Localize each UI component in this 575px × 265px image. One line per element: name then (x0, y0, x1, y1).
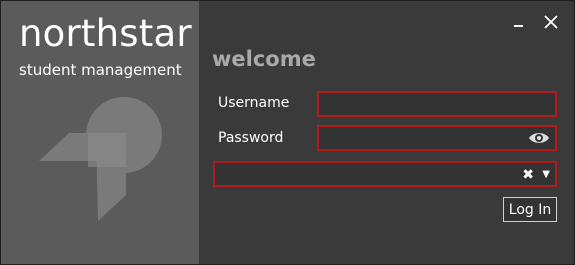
close-button[interactable] (542, 13, 560, 31)
username-field-frame (317, 91, 557, 117)
show-password-button[interactable] (528, 130, 550, 150)
app-subtitle: student management (19, 61, 182, 79)
clear-selection-icon[interactable]: ✖ (522, 166, 534, 184)
login-button[interactable]: Log In (503, 197, 557, 222)
app-title: northstar (19, 12, 192, 55)
minimize-button[interactable] (510, 13, 528, 31)
password-input[interactable] (319, 127, 555, 150)
minimize-icon (514, 25, 523, 27)
welcome-heading: welcome (212, 47, 316, 71)
username-input[interactable] (319, 93, 555, 116)
password-label: Password (218, 130, 284, 146)
username-label: Username (218, 95, 290, 111)
eye-icon (529, 133, 549, 143)
northstar-logo-icon (39, 97, 162, 221)
login-window: northstar student management welcome Use… (0, 0, 575, 265)
dropdown-arrow-icon[interactable]: ▼ (542, 166, 550, 184)
close-icon (544, 15, 558, 29)
window-controls (510, 13, 560, 31)
password-field-frame (317, 125, 557, 151)
selection-combobox[interactable]: ✖ ▼ (213, 161, 557, 187)
branding-panel: northstar student management (1, 1, 199, 264)
